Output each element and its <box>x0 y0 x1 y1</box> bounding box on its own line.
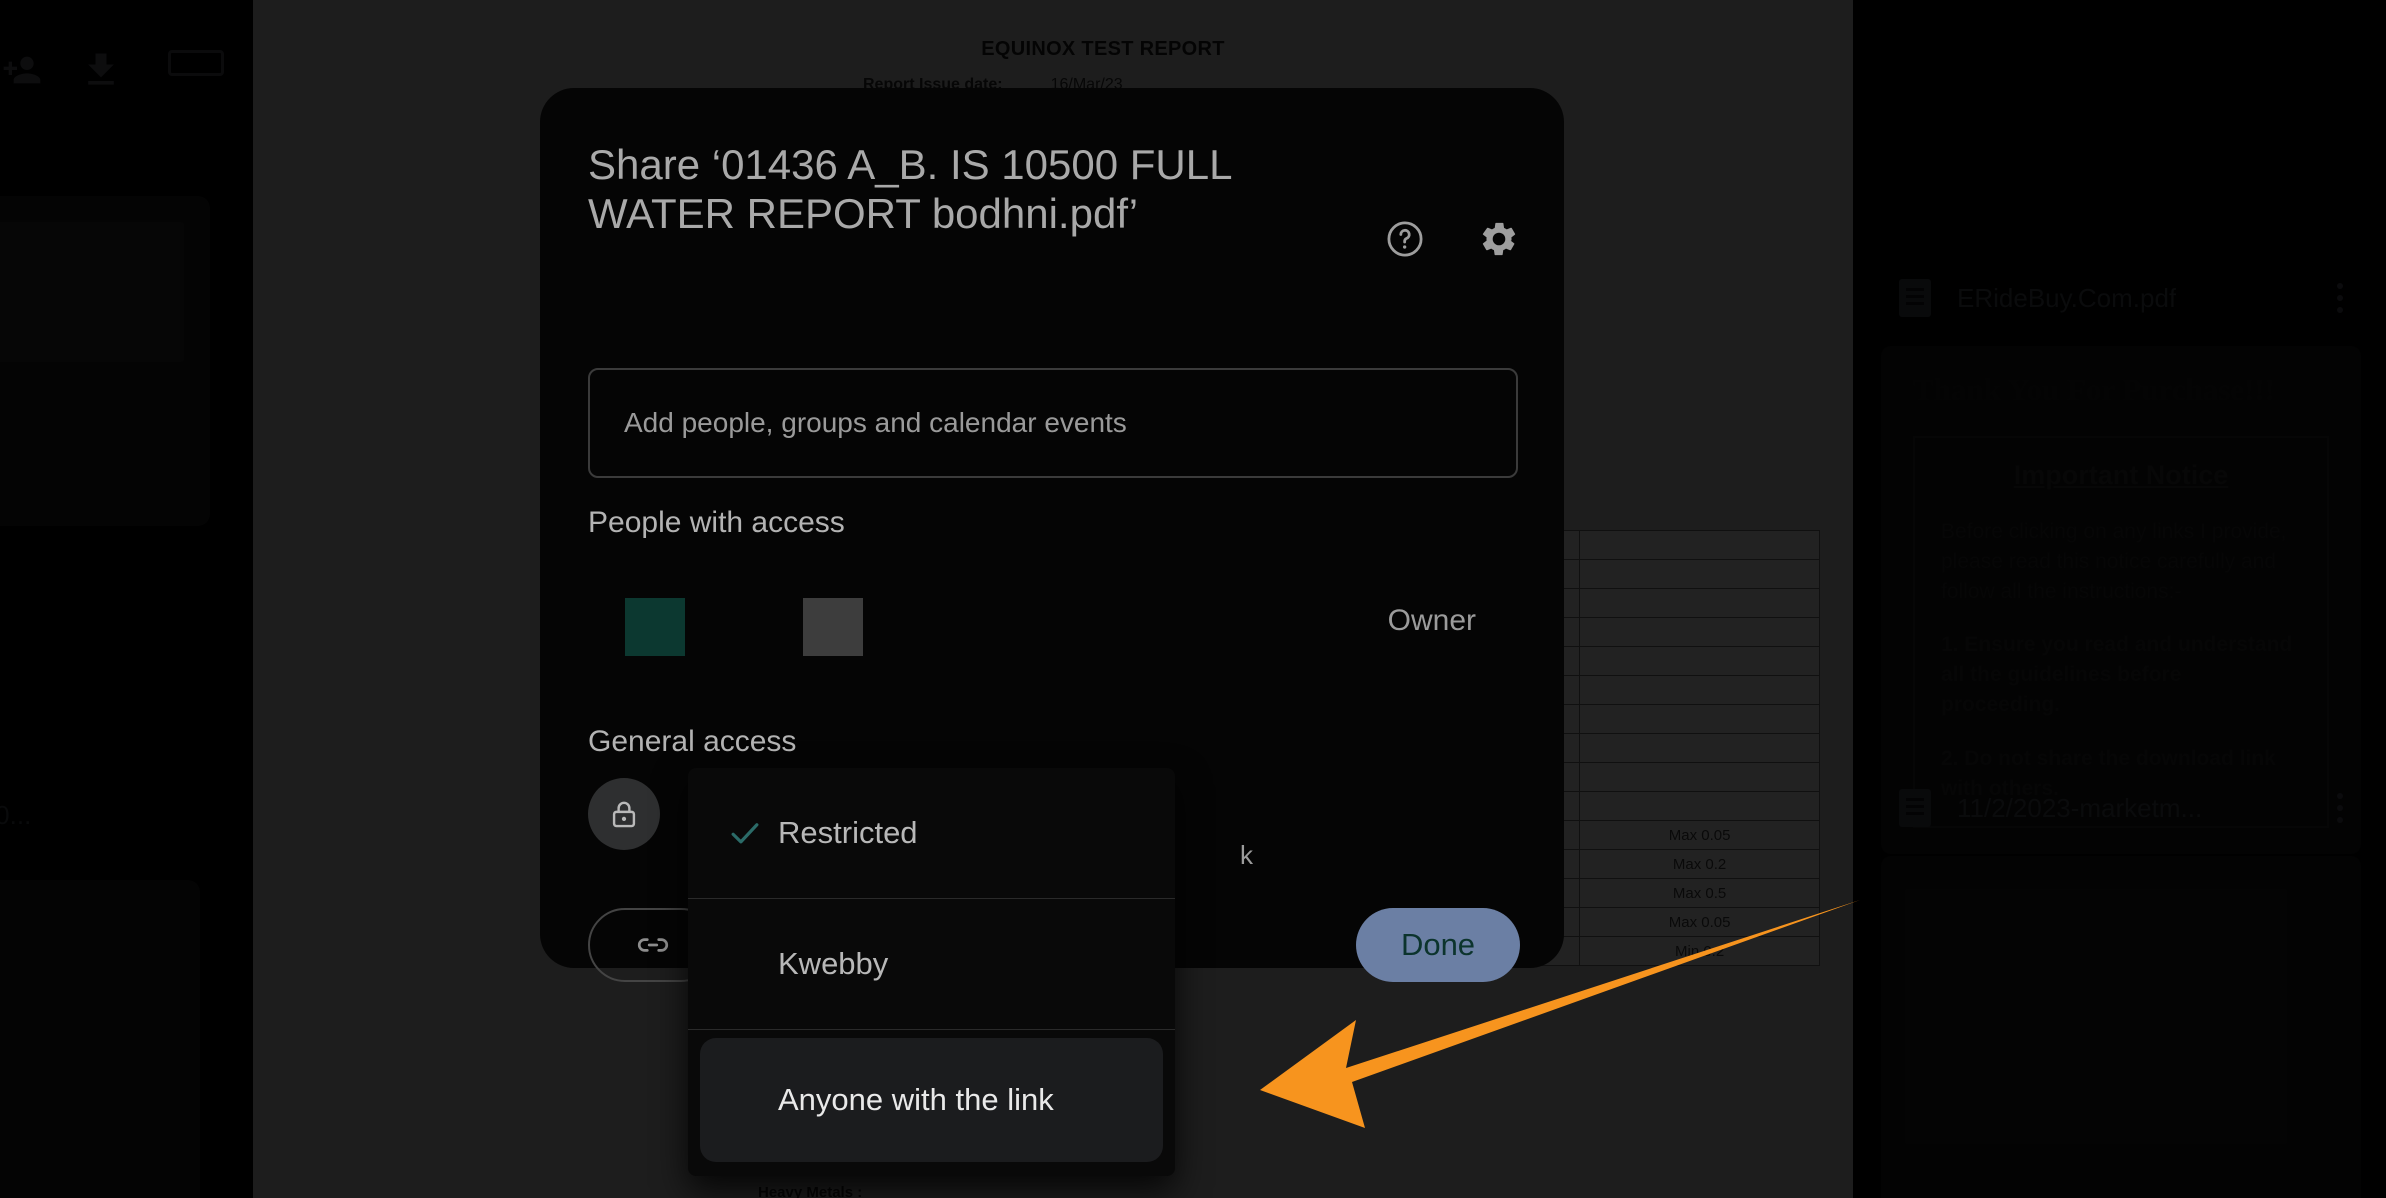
person-row[interactable]: Owner <box>588 598 1518 658</box>
add-people-placeholder: Add people, groups and calendar events <box>624 407 1127 438</box>
lock-icon <box>588 778 660 850</box>
person-name-redacted <box>803 598 863 656</box>
menu-item-restricted[interactable]: Restricted <box>688 768 1175 898</box>
menu-separator <box>688 1029 1175 1030</box>
dialog-header-actions <box>1384 218 1520 260</box>
owner-role-label: Owner <box>1387 604 1476 637</box>
general-access-dropdown: Restricted Kwebby Anyone with the link <box>688 768 1175 1176</box>
screen: EQUINOX TEST REPORT Report Issue date:16… <box>0 0 2386 1198</box>
access-note-text: k <box>1240 840 1253 870</box>
people-with-access-title: People with access <box>588 506 845 539</box>
gear-icon[interactable] <box>1478 218 1520 260</box>
link-icon <box>637 938 669 952</box>
general-access-title: General access <box>588 725 797 758</box>
menu-item-label: Restricted <box>778 815 918 850</box>
avatar <box>625 598 685 656</box>
add-people-input[interactable]: Add people, groups and calendar events <box>588 368 1518 478</box>
done-button[interactable]: Done <box>1356 908 1520 982</box>
menu-item-label: Anyone with the link <box>778 1082 1054 1117</box>
menu-item-kwebby[interactable]: Kwebby <box>688 899 1175 1029</box>
dialog-title: Share ‘01436 A_B. IS 10500 FULL WATER RE… <box>588 141 1231 238</box>
menu-item-label: Kwebby <box>778 946 889 981</box>
help-circle-icon[interactable] <box>1384 218 1426 260</box>
check-icon <box>712 814 778 852</box>
menu-item-anyone-with-the-link[interactable]: Anyone with the link <box>700 1038 1163 1162</box>
